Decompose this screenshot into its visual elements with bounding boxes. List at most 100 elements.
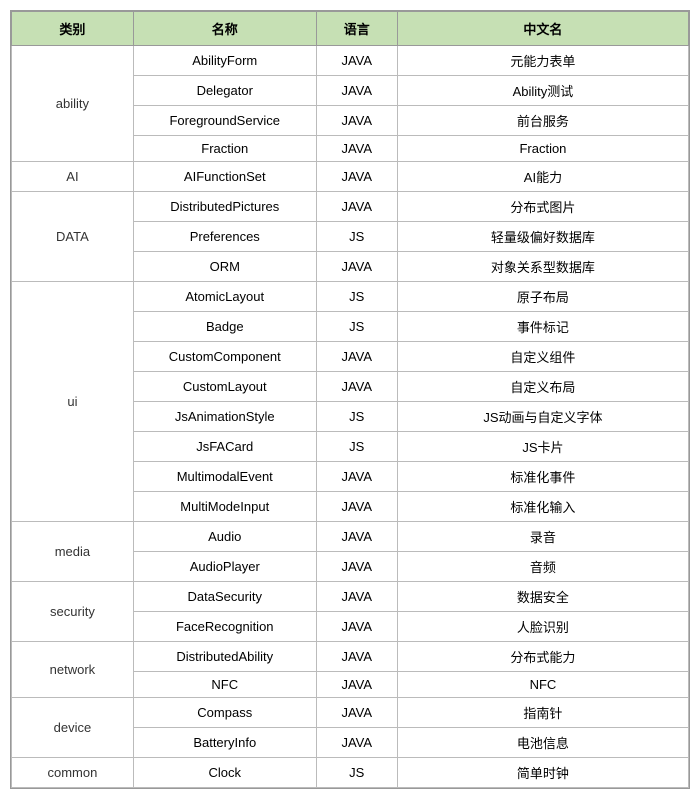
table-row: securityDataSecurityJAVA数据安全 xyxy=(12,582,689,612)
name-cell: DistributedPictures xyxy=(133,192,316,222)
cn-cell: 数据安全 xyxy=(397,582,688,612)
cn-cell: 自定义组件 xyxy=(397,342,688,372)
lang-cell: JAVA xyxy=(316,642,397,672)
name-cell: ForegroundService xyxy=(133,106,316,136)
lang-cell: JAVA xyxy=(316,552,397,582)
name-cell: CustomLayout xyxy=(133,372,316,402)
cn-cell: 分布式图片 xyxy=(397,192,688,222)
cn-cell: 录音 xyxy=(397,522,688,552)
data-table: 类别 名称 语言 中文名 abilityAbilityFormJAVA元能力表单… xyxy=(11,11,689,788)
table-row: networkDistributedAbilityJAVA分布式能力 xyxy=(12,642,689,672)
header-lang: 语言 xyxy=(316,12,397,46)
cn-cell: 分布式能力 xyxy=(397,642,688,672)
name-cell: Clock xyxy=(133,758,316,788)
table-row: AIAIFunctionSetJAVAAI能力 xyxy=(12,162,689,192)
cn-cell: 对象关系型数据库 xyxy=(397,252,688,282)
lang-cell: JAVA xyxy=(316,672,397,698)
lang-cell: JAVA xyxy=(316,372,397,402)
name-cell: BatteryInfo xyxy=(133,728,316,758)
name-cell: MultiModeInput xyxy=(133,492,316,522)
lang-cell: JS xyxy=(316,282,397,312)
cn-cell: 标准化输入 xyxy=(397,492,688,522)
category-cell: AI xyxy=(12,162,134,192)
cn-cell: Ability测试 xyxy=(397,76,688,106)
cn-cell: 元能力表单 xyxy=(397,46,688,76)
category-cell: DATA xyxy=(12,192,134,282)
lang-cell: JS xyxy=(316,222,397,252)
name-cell: MultimodalEvent xyxy=(133,462,316,492)
category-cell: security xyxy=(12,582,134,642)
cn-cell: Fraction xyxy=(397,136,688,162)
name-cell: Badge xyxy=(133,312,316,342)
table-row: uiAtomicLayoutJS原子布局 xyxy=(12,282,689,312)
cn-cell: 事件标记 xyxy=(397,312,688,342)
lang-cell: JAVA xyxy=(316,76,397,106)
table-row: mediaAudioJAVA录音 xyxy=(12,522,689,552)
category-cell: network xyxy=(12,642,134,698)
lang-cell: JAVA xyxy=(316,582,397,612)
name-cell: Audio xyxy=(133,522,316,552)
name-cell: ORM xyxy=(133,252,316,282)
table-row: DATADistributedPicturesJAVA分布式图片 xyxy=(12,192,689,222)
lang-cell: JAVA xyxy=(316,252,397,282)
lang-cell: JAVA xyxy=(316,728,397,758)
header-cn: 中文名 xyxy=(397,12,688,46)
name-cell: JsAnimationStyle xyxy=(133,402,316,432)
cn-cell: 人脸识别 xyxy=(397,612,688,642)
cn-cell: 自定义布局 xyxy=(397,372,688,402)
name-cell: FaceRecognition xyxy=(133,612,316,642)
cn-cell: NFC xyxy=(397,672,688,698)
table-header-row: 类别 名称 语言 中文名 xyxy=(12,12,689,46)
cn-cell: 原子布局 xyxy=(397,282,688,312)
lang-cell: JAVA xyxy=(316,492,397,522)
cn-cell: 音频 xyxy=(397,552,688,582)
name-cell: AIFunctionSet xyxy=(133,162,316,192)
lang-cell: JAVA xyxy=(316,106,397,136)
category-cell: ui xyxy=(12,282,134,522)
lang-cell: JAVA xyxy=(316,162,397,192)
table-row: commonClockJS简单时钟 xyxy=(12,758,689,788)
header-name: 名称 xyxy=(133,12,316,46)
cn-cell: 电池信息 xyxy=(397,728,688,758)
cn-cell: 轻量级偏好数据库 xyxy=(397,222,688,252)
lang-cell: JAVA xyxy=(316,698,397,728)
lang-cell: JAVA xyxy=(316,136,397,162)
name-cell: Delegator xyxy=(133,76,316,106)
lang-cell: JS xyxy=(316,402,397,432)
cn-cell: 指南针 xyxy=(397,698,688,728)
lang-cell: JAVA xyxy=(316,192,397,222)
table-row: abilityAbilityFormJAVA元能力表单 xyxy=(12,46,689,76)
name-cell: AbilityForm xyxy=(133,46,316,76)
name-cell: AtomicLayout xyxy=(133,282,316,312)
name-cell: AudioPlayer xyxy=(133,552,316,582)
name-cell: JsFACard xyxy=(133,432,316,462)
name-cell: DataSecurity xyxy=(133,582,316,612)
header-category: 类别 xyxy=(12,12,134,46)
lang-cell: JAVA xyxy=(316,462,397,492)
category-cell: media xyxy=(12,522,134,582)
lang-cell: JAVA xyxy=(316,342,397,372)
category-cell: ability xyxy=(12,46,134,162)
name-cell: DistributedAbility xyxy=(133,642,316,672)
cn-cell: JS动画与自定义字体 xyxy=(397,402,688,432)
lang-cell: JS xyxy=(316,312,397,342)
cn-cell: AI能力 xyxy=(397,162,688,192)
main-table-container: 类别 名称 语言 中文名 abilityAbilityFormJAVA元能力表单… xyxy=(10,10,690,789)
lang-cell: JAVA xyxy=(316,522,397,552)
cn-cell: 简单时钟 xyxy=(397,758,688,788)
lang-cell: JS xyxy=(316,432,397,462)
cn-cell: 前台服务 xyxy=(397,106,688,136)
name-cell: CustomComponent xyxy=(133,342,316,372)
name-cell: Compass xyxy=(133,698,316,728)
lang-cell: JAVA xyxy=(316,46,397,76)
category-cell: device xyxy=(12,698,134,758)
name-cell: Fraction xyxy=(133,136,316,162)
table-row: deviceCompassJAVA指南针 xyxy=(12,698,689,728)
lang-cell: JAVA xyxy=(316,612,397,642)
name-cell: Preferences xyxy=(133,222,316,252)
name-cell: NFC xyxy=(133,672,316,698)
category-cell: common xyxy=(12,758,134,788)
lang-cell: JS xyxy=(316,758,397,788)
cn-cell: 标准化事件 xyxy=(397,462,688,492)
cn-cell: JS卡片 xyxy=(397,432,688,462)
